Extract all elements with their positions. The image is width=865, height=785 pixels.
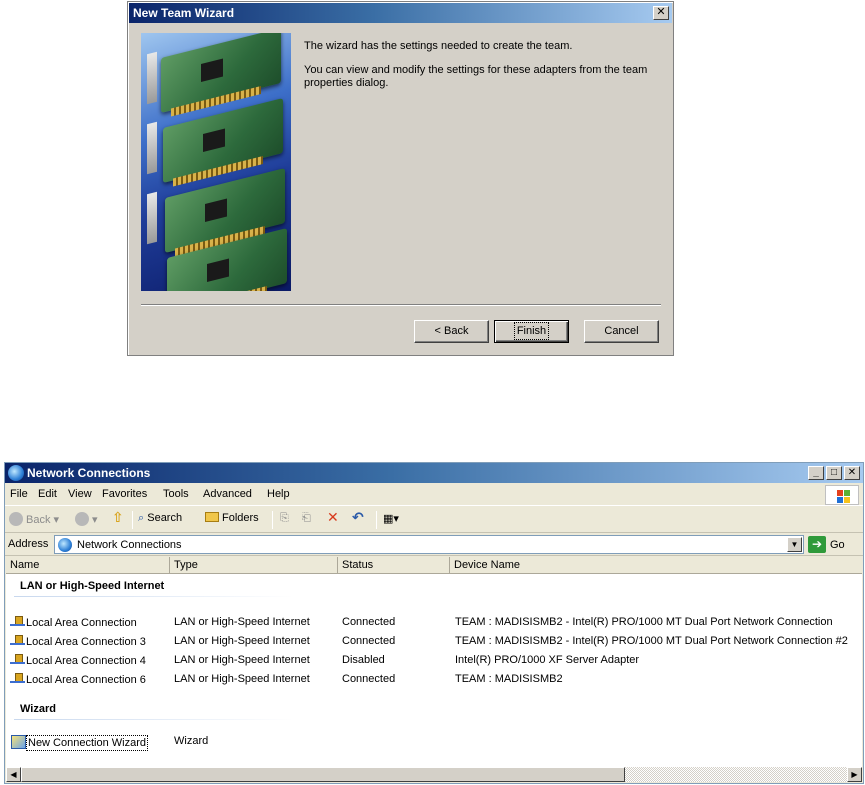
connection-status: Connected	[342, 635, 396, 647]
horizontal-scrollbar[interactable]: ◀ ▶	[6, 767, 862, 782]
column-header-status[interactable]: Status	[338, 557, 450, 574]
group-divider	[14, 719, 294, 720]
connection-status: Disabled	[342, 654, 385, 666]
explorer-title: Network Connections	[27, 466, 151, 480]
close-button[interactable]: ✕	[844, 466, 860, 480]
maximize-button[interactable]: □	[826, 466, 842, 480]
network-connections-icon	[58, 538, 72, 552]
network-connections-window: Network Connections _ □ ✕ File Edit View…	[4, 462, 864, 784]
wizard-close-button[interactable]: ✕	[653, 6, 669, 20]
wizard-message-line2: You can view and modify the settings for…	[304, 64, 648, 89]
forward-toolbar-button[interactable]: ▾	[75, 512, 98, 526]
wizard-message-line1: The wizard has the settings needed to cr…	[304, 40, 573, 52]
address-input[interactable]: Network Connections ▼	[54, 535, 804, 554]
wizard-type: Wizard	[174, 735, 209, 747]
connection-status: Connected	[342, 616, 396, 628]
windows-logo-icon	[825, 485, 859, 505]
list-item[interactable]: New Connection Wizard Wizard	[6, 734, 862, 751]
menu-bar: File Edit View Favorites Tools Advanced …	[5, 484, 863, 506]
list-item[interactable]: Local Area Connection 3 LAN or High-Spee…	[6, 634, 862, 650]
lan-connection-icon	[10, 616, 25, 627]
cancel-button-label: Cancel	[604, 325, 639, 337]
column-header-device-name[interactable]: Device Name	[450, 557, 862, 574]
column-header-row: Name Type Status Device Name	[6, 557, 862, 574]
finish-button[interactable]: Finish	[494, 320, 569, 343]
undo-icon[interactable]: ↶	[352, 509, 364, 526]
network-connections-icon	[8, 465, 24, 481]
connection-name: Local Area Connection 4	[26, 655, 146, 667]
toolbar: Back ▾ ▾ ⇧ ⌕ Search Folders ⎘ ⎗ ✕ ↶ ▦▾	[5, 507, 863, 533]
connection-name: Local Area Connection 3	[26, 636, 146, 648]
folders-toolbar-label: Folders	[222, 512, 259, 524]
scrollbar-thumb[interactable]	[21, 767, 625, 782]
connection-type: LAN or High-Speed Internet	[174, 654, 310, 666]
back-button[interactable]: < Back	[414, 320, 489, 343]
lan-connection-icon	[10, 673, 25, 684]
new-connection-wizard-icon	[11, 735, 26, 749]
menu-help[interactable]: Help	[267, 488, 290, 500]
connection-device: TEAM : MADISISMB2 - Intel(R) PRO/1000 MT…	[455, 635, 848, 647]
menu-edit[interactable]: Edit	[38, 488, 57, 500]
folder-icon	[205, 512, 219, 522]
wizard-title: New Team Wizard	[133, 6, 235, 20]
connection-device: TEAM : MADISISMB2	[455, 673, 563, 685]
wizard-name: New Connection Wizard	[26, 735, 148, 751]
connection-device: Intel(R) PRO/1000 XF Server Adapter	[455, 654, 640, 666]
lan-connection-icon	[10, 635, 25, 646]
wizard-message: The wizard has the settings needed to cr…	[304, 40, 664, 101]
connection-type: LAN or High-Speed Internet	[174, 616, 310, 628]
wizard-separator	[141, 304, 661, 306]
lan-connection-icon	[10, 654, 25, 665]
copy-to-icon[interactable]: ⎗	[302, 512, 311, 525]
finish-button-label: Finish	[513, 322, 550, 340]
views-icon[interactable]: ▦▾	[383, 512, 399, 525]
address-bar: Address Network Connections ▼ ➔ Go	[5, 534, 863, 556]
group-divider	[14, 596, 294, 597]
go-arrow-icon[interactable]: ➔	[808, 536, 826, 553]
minimize-button[interactable]: _	[808, 466, 824, 480]
search-toolbar-label: Search	[147, 512, 183, 524]
folders-toolbar-button[interactable]: Folders	[205, 512, 259, 524]
search-icon: ⌕	[138, 512, 145, 524]
back-toolbar-button[interactable]: Back ▾	[9, 512, 59, 526]
address-label: Address	[8, 538, 49, 550]
back-arrow-icon	[9, 512, 23, 526]
group-header-wizard: Wizard	[20, 703, 56, 715]
forward-arrow-icon	[75, 512, 89, 526]
file-list-view: Name Type Status Device Name LAN or High…	[6, 557, 862, 767]
scroll-left-arrow-icon[interactable]: ◀	[6, 767, 21, 782]
connection-type: LAN or High-Speed Internet	[174, 635, 310, 647]
connection-device: TEAM : MADISISMB2 - Intel(R) PRO/1000 MT…	[455, 616, 833, 628]
cancel-button[interactable]: Cancel	[584, 320, 659, 343]
go-button-label[interactable]: Go	[830, 539, 845, 551]
connection-name: Local Area Connection 6	[26, 674, 146, 686]
address-value: Network Connections	[77, 539, 182, 551]
column-header-name[interactable]: Name	[6, 557, 170, 574]
column-header-type[interactable]: Type	[170, 557, 338, 574]
list-item[interactable]: Local Area Connection 6 LAN or High-Spee…	[6, 672, 862, 688]
group-header-lan: LAN or High-Speed Internet	[20, 580, 165, 592]
connection-type: LAN or High-Speed Internet	[174, 673, 310, 685]
connection-status: Connected	[342, 673, 396, 685]
menu-tools[interactable]: Tools	[163, 488, 189, 500]
menu-view[interactable]: View	[68, 488, 92, 500]
move-to-icon[interactable]: ⎘	[280, 512, 289, 525]
back-toolbar-label: Back	[26, 514, 51, 526]
wizard-title-bar[interactable]: New Team Wizard ✕	[129, 3, 672, 23]
network-adapter-illustration	[141, 33, 291, 291]
back-button-label: < Back	[434, 325, 469, 337]
menu-file[interactable]: File	[10, 488, 28, 500]
new-team-wizard-dialog: New Team Wizard ✕ The wizard has the set…	[127, 1, 674, 356]
explorer-title-bar[interactable]: Network Connections _ □ ✕	[5, 463, 863, 483]
search-toolbar-button[interactable]: ⌕ Search	[138, 512, 182, 525]
up-folder-icon[interactable]: ⇧	[112, 509, 124, 526]
connection-name: Local Area Connection	[26, 617, 137, 629]
scroll-right-arrow-icon[interactable]: ▶	[847, 767, 862, 782]
list-item[interactable]: Local Area Connection LAN or High-Speed …	[6, 615, 862, 631]
address-dropdown-button[interactable]: ▼	[787, 537, 802, 552]
menu-advanced[interactable]: Advanced	[203, 488, 252, 500]
list-item[interactable]: Local Area Connection 4 LAN or High-Spee…	[6, 653, 862, 669]
delete-icon[interactable]: ✕	[327, 509, 339, 526]
menu-favorites[interactable]: Favorites	[102, 488, 147, 500]
